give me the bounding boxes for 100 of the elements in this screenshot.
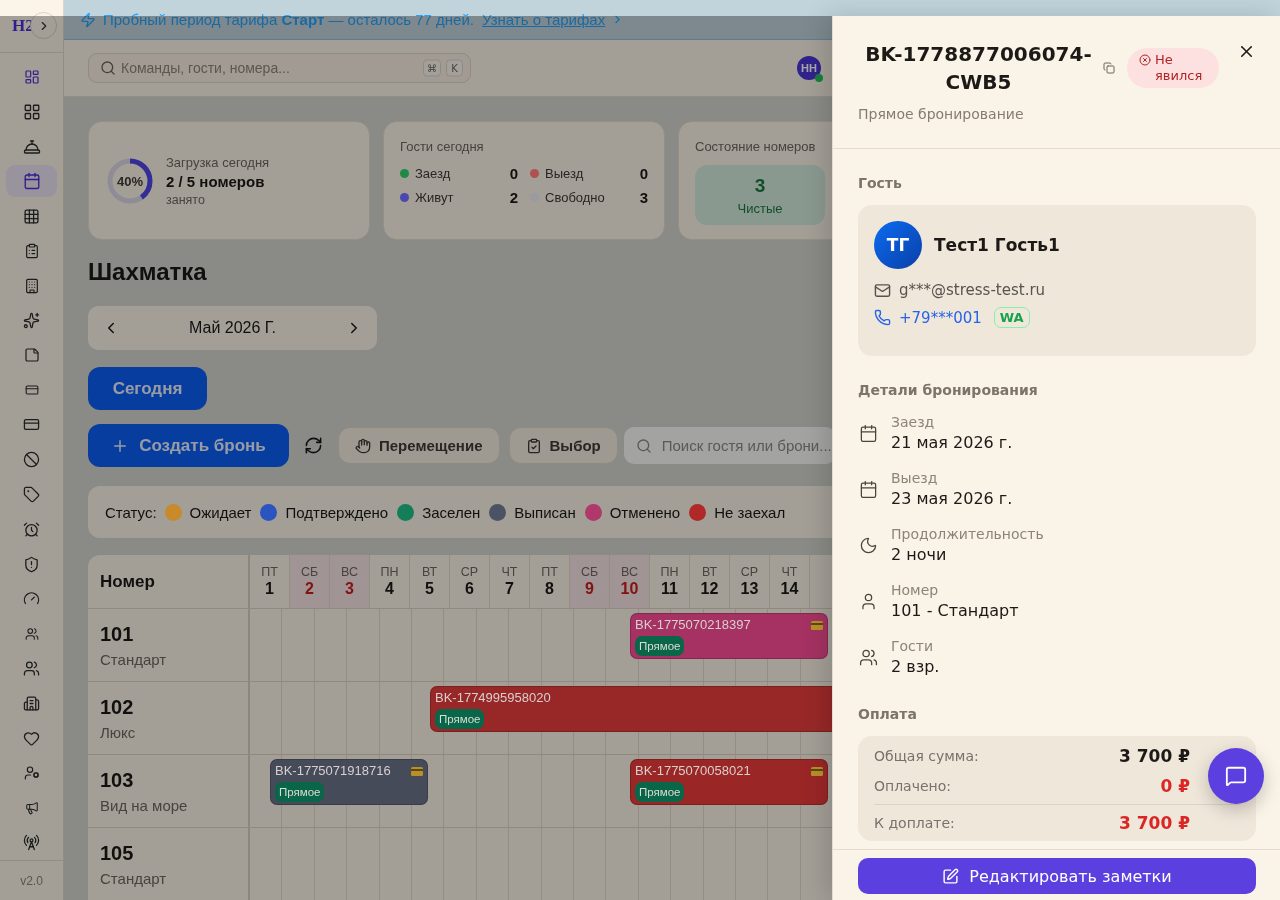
section-heading: Детали бронирования (858, 381, 1039, 400)
payment-label: Общая сумма: (874, 748, 979, 764)
edit-notes-button[interactable]: Редактировать заметки (858, 858, 1256, 894)
month-label: Май 2026 Г. (189, 319, 276, 337)
stat-label: Заезд (415, 165, 451, 181)
weekday-label: ПТ (261, 565, 278, 579)
create-booking-button[interactable]: Создать бронь (88, 424, 289, 467)
payment-amount: 3 700 ₽ (1119, 813, 1190, 833)
move-button[interactable]: Перемещение (338, 427, 500, 464)
weekday-label: ЧТ (781, 565, 798, 579)
weekday-label: ВТ (421, 565, 438, 579)
occupancy-value: 2 / 5 номеров (166, 171, 266, 192)
sparkles-icon (23, 312, 40, 330)
room-number: 103 (100, 768, 135, 792)
card-title: Состояние номеров (695, 139, 816, 154)
source-badge: Прямое (635, 782, 685, 802)
legend-item: Подтверждено (285, 503, 389, 521)
room-type: Вид на море (100, 796, 189, 816)
day-number: 10 (620, 580, 639, 598)
stat-label: Живут (415, 189, 454, 205)
day-number: 2 (305, 580, 314, 598)
day-number: 12 (700, 580, 719, 598)
megaphone-icon (24, 800, 39, 815)
person-icon (859, 591, 878, 611)
building-icon (23, 694, 40, 712)
booking-code: BK-1774995958020 (435, 690, 551, 706)
column-header: Номер (100, 571, 155, 592)
note-icon (23, 347, 40, 364)
room-type: Стандарт (100, 869, 168, 889)
payment-amount: 0 ₽ (1160, 776, 1190, 796)
users-icon (23, 660, 40, 678)
occupancy-caption: занято (166, 191, 206, 208)
day-number: 3 (345, 580, 354, 598)
select-button[interactable]: Выбор (508, 427, 618, 464)
building-icon (23, 277, 40, 294)
antenna-icon (23, 834, 40, 852)
percent-label: 40% (117, 173, 143, 188)
bell-icon (22, 137, 41, 156)
booking-code: BK-1775070058021 (635, 763, 751, 779)
phone-link[interactable]: +79***001 (899, 308, 982, 327)
calendar-icon (859, 423, 878, 443)
booking-code: BK-1775070218397 (635, 617, 751, 633)
heart-icon (23, 729, 40, 747)
hand-icon (355, 437, 371, 454)
tag-icon (23, 486, 40, 504)
payment-label: Оплачено: (874, 778, 952, 794)
weekday-label: ПТ (541, 565, 558, 579)
room-number: 102 (100, 695, 135, 719)
day-number: 7 (505, 580, 514, 598)
detail-label: Номер (891, 581, 940, 600)
weekday-label: СБ (580, 565, 599, 579)
day-number: 4 (385, 580, 394, 598)
clipboard-check-icon (525, 437, 542, 454)
messenger-badge[interactable]: WA (993, 307, 1030, 328)
dashboard-icon (23, 69, 40, 85)
legend-item: Отменено (609, 503, 681, 521)
detail-value: 101 - Стандарт (891, 600, 1019, 622)
card-icon (811, 766, 823, 776)
weekday-label: ПН (660, 565, 679, 579)
key-hint: K (446, 59, 463, 77)
day-number: 14 (780, 580, 799, 598)
room-number: 105 (100, 841, 135, 865)
detail-value: 2 взр. (891, 656, 940, 678)
stat-label: Выезд (545, 165, 584, 181)
copy-button[interactable] (1103, 62, 1115, 74)
booking-bar[interactable]: BK-1775070218397 Прямое (630, 613, 828, 659)
calendar-icon (22, 172, 41, 191)
copy-icon (1103, 62, 1115, 74)
day-number: 5 (425, 580, 434, 598)
users-icon (24, 626, 39, 641)
weekday-label: СР (460, 565, 479, 579)
day-number: 8 (545, 580, 554, 598)
weekday-label: ЧТ (501, 565, 518, 579)
source-badge: Прямое (435, 709, 485, 729)
guest-name: Тест1 Гость1 (934, 235, 1060, 255)
room-type: Люкс (100, 723, 137, 743)
booking-bar[interactable]: BK-1775071918716 Прямое (270, 759, 428, 805)
legend-item: Ожидает (189, 503, 252, 521)
status-label: Не явился (1155, 52, 1204, 84)
booking-source: Прямое бронирование (858, 105, 1025, 124)
stat-value: 2 (509, 188, 518, 206)
today-button[interactable]: Сегодня (88, 367, 207, 410)
payment-label: К доплате: (874, 815, 955, 831)
booking-bar[interactable]: BK-1775070058021 Прямое (630, 759, 828, 805)
clipboard-icon (23, 243, 40, 259)
refresh-button[interactable] (304, 436, 323, 455)
key-hint: ⌘ (423, 59, 441, 77)
mail-icon (874, 281, 891, 299)
nav-item[interactable] (6, 165, 57, 198)
user-avatar[interactable]: НН (797, 56, 821, 80)
legend-item: Заселен (422, 503, 481, 521)
weekday-label: ВС (621, 565, 638, 579)
phone-icon (874, 309, 891, 326)
weekday-label: СР (740, 565, 759, 579)
ban-icon (23, 451, 40, 469)
source-badge: Прямое (275, 782, 325, 802)
expand-button[interactable] (30, 12, 57, 39)
card-icon (411, 766, 423, 776)
stat-value: 0 (509, 164, 518, 182)
source-badge: Прямое (635, 636, 685, 656)
